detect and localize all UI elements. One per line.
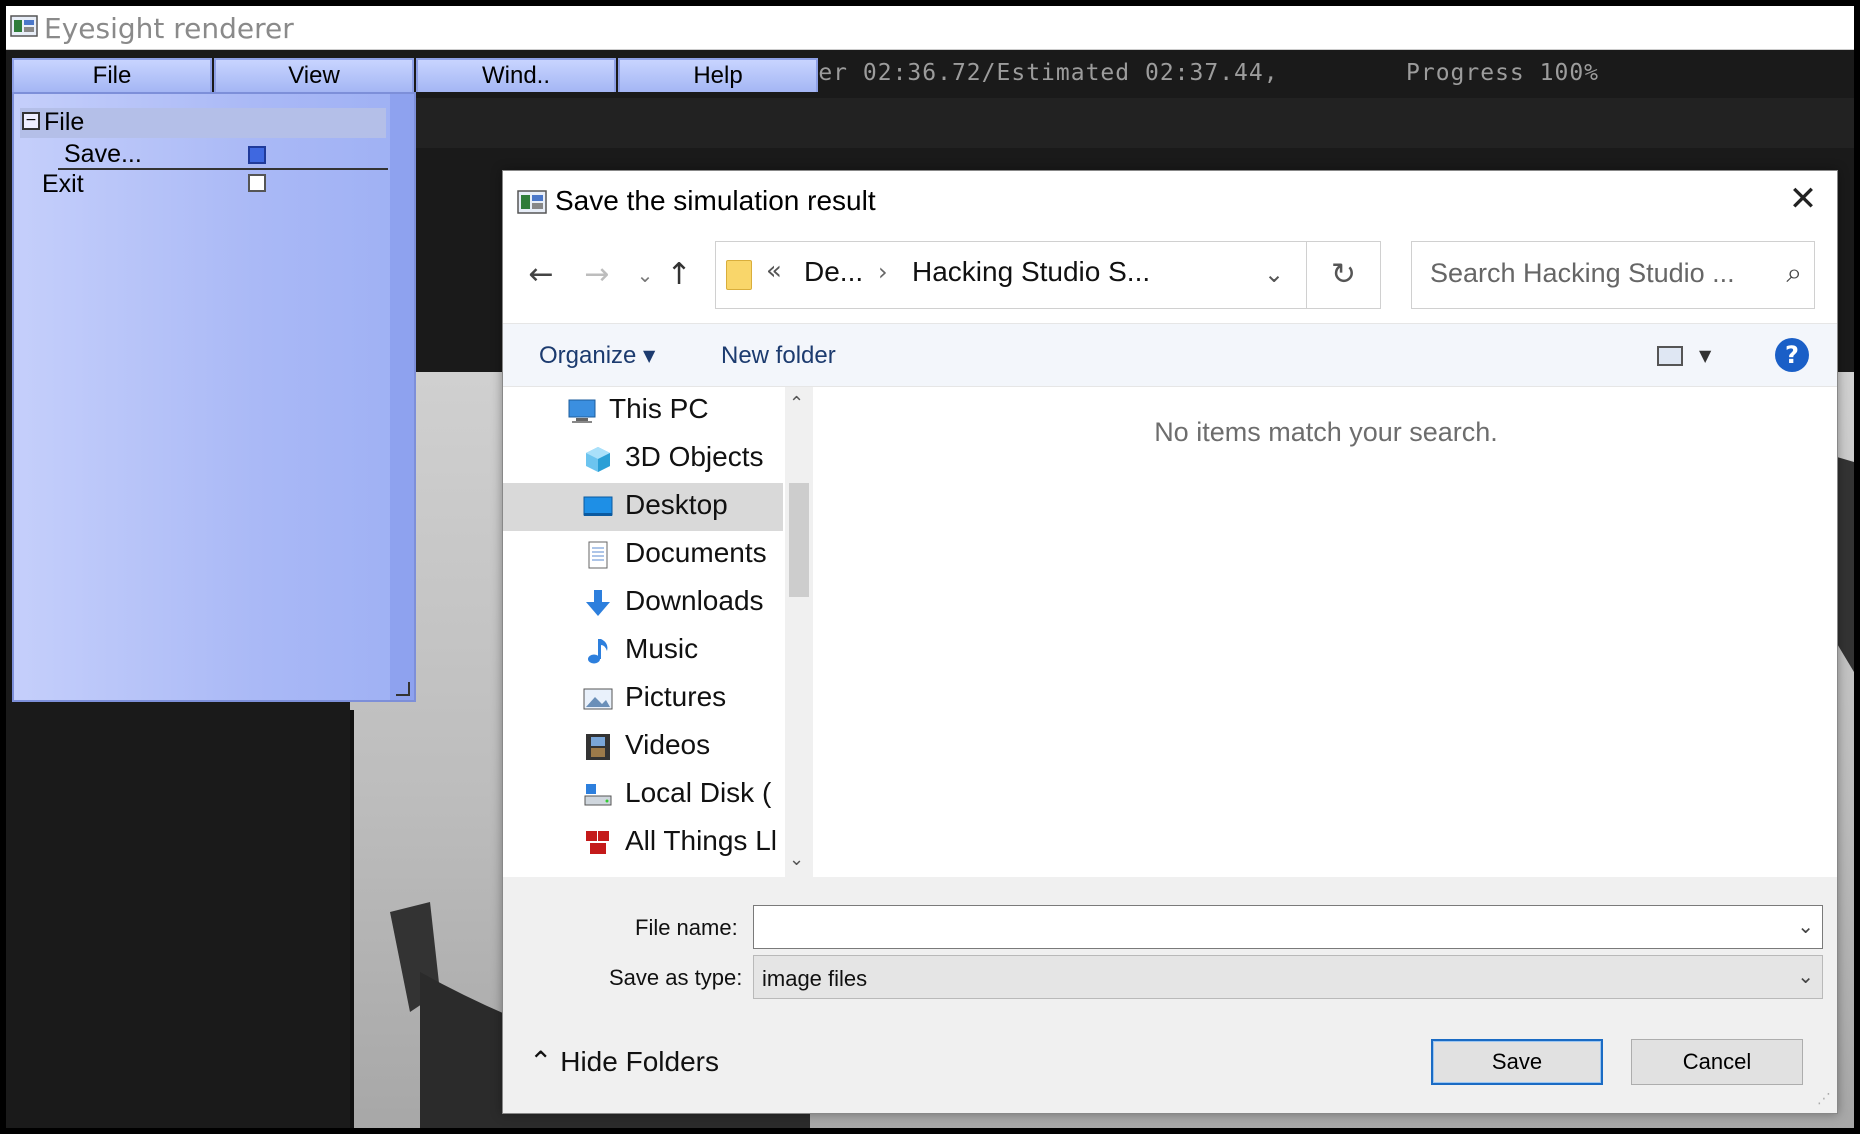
nav-item-label: Local Disk ( [625,777,772,808]
status-strip [350,98,1854,148]
navigation-pane: This PC 3D Objects Desktop Documents Dow… [503,387,813,877]
nav-item-label: Desktop [625,489,728,520]
scroll-up-icon[interactable]: ⌃ [789,393,804,414]
file-menu-panel: − File Save... Exit [12,92,416,702]
empty-results-message: No items match your search. [1154,417,1498,447]
pc-icon [568,399,596,423]
progress-text: Progress 100% [1406,60,1600,86]
folder-icon [726,260,752,290]
scroll-thumb[interactable] [789,483,809,597]
breadcrumb-desktop[interactable]: De... [804,256,863,288]
menu-file[interactable]: File [12,58,212,92]
command-bar: Organize ▼ New folder ▼ ? [503,323,1837,387]
exit-checkbox-icon[interactable] [248,174,266,192]
cube-icon [586,447,610,472]
tree-root-label: File [44,108,85,136]
dialog-resize-grip-icon[interactable]: ⋰ [1817,1091,1831,1107]
menu-window[interactable]: Wind.. [416,58,616,92]
document-icon [588,541,608,569]
cancel-button[interactable]: Cancel [1631,1039,1803,1085]
file-name-label: File name: [635,915,738,940]
view-options-icon[interactable] [1657,346,1683,366]
file-name-input[interactable]: ⌄ [753,905,1823,949]
download-arrow-icon [586,590,610,616]
address-dropdown-icon[interactable]: ⌄ [1264,260,1284,288]
organize-caret-icon[interactable]: ▼ [643,346,655,365]
title-bar: Eyesight renderer [6,6,1854,50]
nav-item-label: All Things Ll [625,825,778,856]
music-note-icon [588,639,608,664]
save-options-panel: File name: ⌄ Save as type: image files ⌄… [503,877,1837,1113]
save-checkbox-icon[interactable] [248,146,266,164]
save-as-type-dropdown-icon[interactable]: ⌄ [1797,964,1814,988]
nav-item-label: 3D Objects [625,441,764,472]
search-placeholder: Search Hacking Studio ... [1430,258,1735,288]
refresh-icon[interactable]: ↻ [1307,241,1381,309]
breadcrumb-separator-icon[interactable]: › [878,258,888,286]
scroll-down-icon[interactable]: ⌄ [789,849,804,870]
application-window: Eyesight renderer Time Total 02:37.15/Re… [0,0,1860,1134]
save-as-type-select[interactable]: image files ⌄ [753,955,1823,999]
search-input[interactable]: Search Hacking Studio ... ⌕ [1411,241,1815,309]
search-icon[interactable]: ⌕ [1786,256,1802,290]
save-menu-item[interactable]: Save... [64,140,142,169]
drive-icon [584,784,612,806]
menu-view[interactable]: View [214,58,414,92]
film-icon [586,734,610,760]
dialog-title: Save the simulation result [555,185,876,216]
panel-scrollbar[interactable] [390,94,414,700]
window-title: Eyesight renderer [44,12,294,45]
dialog-app-icon [517,190,547,214]
nav-item-label: Pictures [625,681,727,712]
desktop-icon [583,496,613,516]
nav-item-label: This PC [609,393,709,424]
back-arrow-icon[interactable]: ← [521,255,561,295]
nav-item-label: Documents [625,537,767,568]
new-folder-button[interactable]: New folder [721,342,836,370]
menu-help[interactable]: Help [618,58,818,92]
address-bar[interactable]: « De... › Hacking Studio S... ⌄ [715,241,1307,309]
close-icon[interactable]: ✕ [1779,179,1827,223]
nav-item-label: Music [625,633,699,664]
breadcrumb-current-folder[interactable]: Hacking Studio S... [912,256,1150,288]
forward-arrow-icon[interactable]: → [577,255,617,295]
organize-button[interactable]: Organize [539,342,636,370]
up-arrow-icon[interactable]: ↑ [659,255,699,295]
save-as-type-value: image files [762,966,868,991]
render-shadow [350,710,354,1128]
app-icon [10,15,38,37]
file-list-area[interactable]: No items match your search. [815,387,1837,877]
resize-grip-icon[interactable] [396,682,410,696]
hide-folders-button[interactable]: ⌃ Hide Folders [529,1045,719,1078]
save-as-type-label: Save as type: [609,965,743,990]
file-name-dropdown-icon[interactable]: ⌄ [1797,914,1814,938]
help-icon[interactable]: ? [1775,338,1809,372]
nav-pane-scrollbar[interactable]: ⌃ ⌄ [785,387,813,877]
collapse-toggle-icon[interactable]: − [22,112,40,130]
sd-card-icon [586,831,610,855]
view-caret-icon[interactable]: ▼ [1699,346,1711,365]
save-dialog: Save the simulation result ✕ ← → ⌄ ↑ « D… [502,170,1838,1114]
breadcrumb-overflow-icon[interactable]: « [766,256,782,286]
save-button[interactable]: Save [1431,1039,1603,1085]
picture-icon [583,688,613,710]
nav-item-label: Downloads [625,585,764,616]
menu-bar: File View Wind.. Help [12,58,822,92]
exit-menu-item[interactable]: Exit [42,170,84,199]
nav-item-label: Videos [625,729,711,760]
